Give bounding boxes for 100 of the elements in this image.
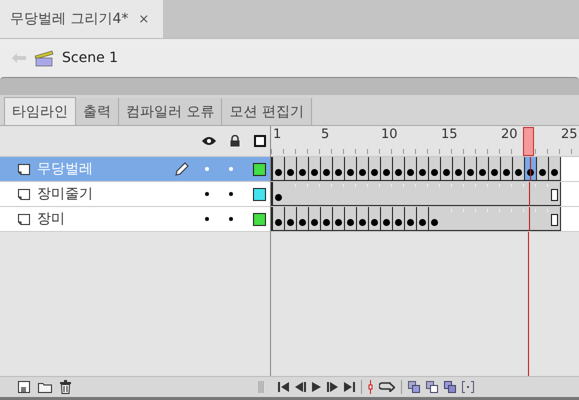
frame-cell[interactable] <box>404 157 416 180</box>
frame-cell[interactable] <box>272 157 284 180</box>
lock-dot[interactable] <box>229 217 233 221</box>
resize-grip-icon[interactable] <box>258 381 264 393</box>
frame-cell[interactable] <box>440 157 452 180</box>
frame-cell[interactable] <box>308 157 320 180</box>
loop-arrow-icon[interactable] <box>379 382 395 392</box>
onion-outline-icon[interactable] <box>426 381 438 393</box>
frame-cell[interactable] <box>548 157 560 180</box>
layer-row[interactable]: 장미줄기 <box>0 182 270 207</box>
keyframe-dot <box>335 219 342 226</box>
center-frame-icon[interactable] <box>368 380 373 394</box>
keyframe-dot <box>383 219 390 226</box>
frame-cell[interactable] <box>488 157 500 180</box>
frame-cell[interactable] <box>380 157 392 180</box>
frame-span[interactable] <box>271 207 561 231</box>
keyframe-dot <box>359 169 366 176</box>
frame-cell[interactable] <box>536 157 548 180</box>
frame-cell[interactable] <box>344 157 356 180</box>
frame-cell[interactable] <box>428 157 440 180</box>
frame-cell[interactable] <box>344 207 356 230</box>
outline-icon[interactable] <box>254 135 266 147</box>
frame-span[interactable] <box>271 182 561 206</box>
frame-number: 1 <box>273 127 282 142</box>
frame-cell[interactable] <box>368 157 380 180</box>
frame-cell[interactable] <box>524 157 536 180</box>
frame-cell[interactable] <box>284 207 296 230</box>
layer-row[interactable]: 장미 <box>0 207 270 232</box>
close-button[interactable]: × <box>138 12 150 26</box>
keyframe-dot <box>383 169 390 176</box>
visibility-dot[interactable] <box>205 217 209 221</box>
frame-cell[interactable] <box>356 157 368 180</box>
new-layer-icon[interactable] <box>18 381 30 393</box>
keyframe-dot <box>323 219 330 226</box>
keyframe-dot <box>275 194 282 201</box>
lock-icon[interactable] <box>230 135 240 147</box>
frame-cell[interactable] <box>500 157 512 180</box>
keyframe-dot <box>371 169 378 176</box>
keyframe-dot <box>395 169 402 176</box>
outline-swatch[interactable] <box>253 162 266 176</box>
document-tab[interactable]: 무당벌레 그리기4* × <box>0 0 164 38</box>
keyframe-dot <box>311 219 318 226</box>
frame-cell[interactable] <box>284 157 296 180</box>
frame-cell[interactable] <box>404 207 416 230</box>
frame-cell[interactable] <box>416 207 428 230</box>
panel-tab[interactable]: 출력 <box>76 98 119 125</box>
frame-cell[interactable] <box>320 157 332 180</box>
edit-multiple-frames-icon[interactable] <box>444 381 456 393</box>
layer-icon <box>18 164 30 174</box>
keyframe-dot <box>395 219 402 226</box>
layer-name: 무당벌레 <box>37 160 93 178</box>
frame-cell[interactable] <box>308 207 320 230</box>
frame-cell[interactable] <box>272 207 284 230</box>
frame-cell[interactable] <box>416 157 428 180</box>
trash-icon[interactable] <box>60 380 71 394</box>
keyframe-dot <box>347 219 354 226</box>
panel-tab[interactable]: 모션 편집기 <box>222 98 312 125</box>
frame-cell[interactable] <box>332 207 344 230</box>
previous-frame-icon[interactable] <box>295 382 306 392</box>
last-frame-icon[interactable] <box>344 382 355 392</box>
keyframe-dot <box>419 169 426 176</box>
frame-number: 5 <box>321 127 330 142</box>
frame-cell[interactable] <box>380 207 392 230</box>
frame-cell[interactable] <box>296 157 308 180</box>
keyframe-dot <box>275 169 282 176</box>
frame-cell[interactable] <box>356 207 368 230</box>
frame-number: 25 <box>561 127 578 142</box>
panel-tab[interactable]: 타임라인 <box>4 97 76 125</box>
visibility-dot[interactable] <box>205 167 209 171</box>
lock-dot[interactable] <box>229 167 233 171</box>
folder-icon[interactable] <box>38 382 52 392</box>
outline-swatch[interactable] <box>253 188 266 200</box>
eye-icon[interactable] <box>202 136 216 146</box>
visibility-dot[interactable] <box>205 192 209 196</box>
onion-skin-icon[interactable] <box>408 381 420 393</box>
frame-span[interactable] <box>271 157 561 181</box>
next-frame-icon[interactable] <box>327 382 338 392</box>
lock-dot[interactable] <box>229 192 233 196</box>
frame-cell[interactable] <box>320 207 332 230</box>
outline-swatch[interactable] <box>253 212 266 226</box>
frame-cell[interactable] <box>392 157 404 180</box>
frame-cell[interactable] <box>464 157 476 180</box>
frame-cell[interactable] <box>296 207 308 230</box>
keyframe-dot <box>503 169 510 176</box>
keyframe-dot <box>443 169 450 176</box>
first-frame-icon[interactable] <box>278 382 289 392</box>
bracket-icon[interactable] <box>462 381 474 393</box>
end-frame-marker <box>550 214 558 226</box>
keyframe-dot <box>299 219 306 226</box>
frame-cell[interactable] <box>368 207 380 230</box>
frame-cell[interactable] <box>332 157 344 180</box>
frame-cell[interactable] <box>476 157 488 180</box>
frame-cell[interactable] <box>452 157 464 180</box>
frame-cell[interactable] <box>392 207 404 230</box>
keyframe-dot <box>455 169 462 176</box>
keyframe-dot <box>467 169 474 176</box>
scene-link[interactable]: Scene 1 <box>62 50 118 66</box>
play-icon[interactable] <box>312 382 321 392</box>
layer-name: 장미줄기 <box>37 185 93 203</box>
panel-tab[interactable]: 컴파일러 오류 <box>119 98 222 125</box>
